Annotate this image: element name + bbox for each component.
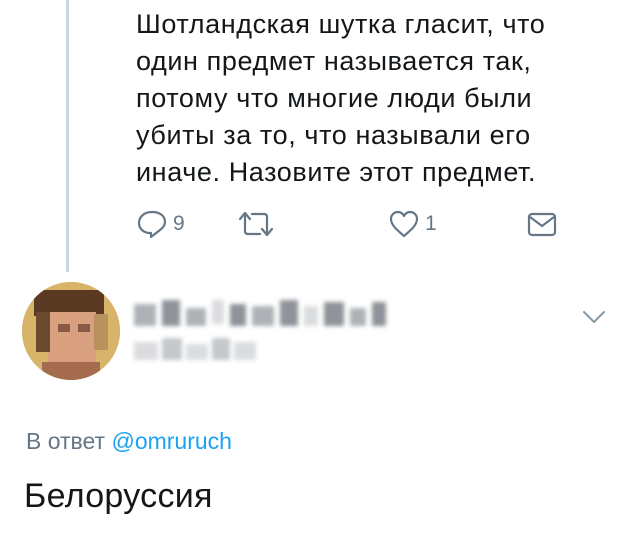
more-options-button[interactable] [581, 308, 607, 326]
like-count: 1 [425, 212, 437, 235]
tweet-actions: 9 1 [136, 206, 576, 242]
tweet-text-line: потому что многие люди были [136, 83, 533, 113]
direct-message-button[interactable] [526, 206, 558, 242]
tweet-text-line: один предмет называется так, [136, 46, 532, 76]
replying-to-label: В ответ [26, 428, 106, 454]
mention-link[interactable]: @omruruch [111, 428, 232, 454]
tweet-text-line: убиты за то, что называли его [136, 120, 531, 150]
chevron-down-icon [583, 311, 605, 323]
avatar[interactable] [22, 282, 120, 380]
tweet-text-line: иначе. Назовите этот предмет. [136, 157, 537, 187]
reply-button[interactable]: 9 [136, 206, 185, 242]
author-name-blurred [134, 300, 386, 330]
retweet-button[interactable] [236, 206, 276, 242]
tweet-text: Шотландская шутка гласит, что один предм… [136, 6, 596, 191]
like-button[interactable]: 1 [388, 206, 437, 242]
retweet-icon [238, 211, 274, 237]
like-icon [389, 210, 419, 238]
thread-connector-line [66, 0, 69, 272]
tweet-text-line: Шотландская шутка гласит, что [136, 9, 546, 39]
replying-to: В ответ @omruruch [26, 426, 232, 456]
direct-message-icon [527, 212, 557, 237]
reply-icon [137, 210, 167, 239]
reply-text: Белоруссия [24, 477, 213, 515]
reply-count: 9 [173, 212, 185, 235]
author-handle-blurred [134, 338, 256, 362]
